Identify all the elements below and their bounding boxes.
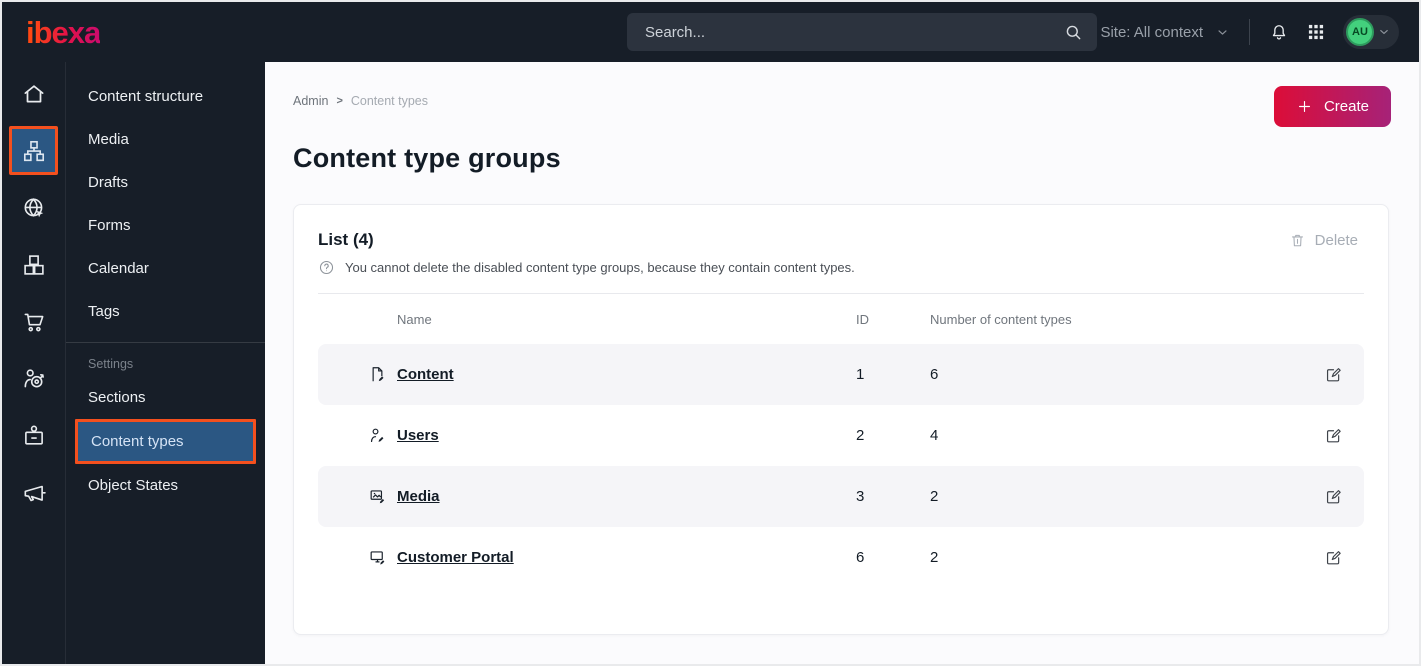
page-title: Content type groups [293,143,561,173]
group-count: 4 [930,427,939,444]
create-button[interactable]: Create [1273,86,1391,127]
customer-portal-screen-icon [370,551,385,565]
column-header-name: Name [397,311,432,327]
edit-row-button[interactable] [1324,548,1364,567]
sidebar-item-media[interactable]: Media [66,118,265,161]
breadcrumb: Admin > Content types [293,86,428,108]
question-circle-icon [319,260,334,275]
site-globe-cursor-icon [24,197,43,217]
delete-button[interactable]: Delete [1283,231,1364,250]
app-switcher-button[interactable] [1306,22,1326,42]
sidebar-item-drafts[interactable]: Drafts [66,161,265,204]
topbar: ibexa Site: All context [2,2,1419,62]
group-link[interactable]: Users [397,427,439,444]
rail-item-products[interactable] [2,236,65,293]
ibexa-admin-window: ibexa Site: All context [0,0,1421,666]
edit-row-button[interactable] [1324,426,1364,445]
trash-icon [1291,234,1303,246]
sidebar-item-object-states[interactable]: Object States [66,464,265,507]
table-header-row: Name ID Number of content types [318,294,1364,344]
product-boxes-icon [23,254,44,275]
grid-dots-icon [1308,24,1324,40]
group-link[interactable]: Customer Portal [397,549,514,566]
rail-item-site[interactable] [2,179,65,236]
notifications-button[interactable] [1269,22,1289,42]
sidebar-item-content-types[interactable]: Content types [75,419,256,464]
edit-row-button[interactable] [1324,365,1364,384]
breadcrumb-admin[interactable]: Admin [293,94,328,108]
help-row: You cannot delete the disabled content t… [318,259,1364,276]
ibexa-logo[interactable]: ibexa [26,17,101,48]
users-person-icon [370,428,384,443]
rail-item-commerce[interactable] [2,293,65,350]
edit-row-button[interactable] [1324,487,1364,506]
table-row: Users 2 4 [318,405,1364,466]
sidebar-item-content-structure[interactable]: Content structure [66,75,265,118]
edit-icon [1326,429,1341,443]
chevron-down-icon [1218,29,1227,35]
group-count: 2 [930,549,939,566]
bell-icon [1272,25,1286,40]
edit-icon [1326,368,1341,382]
column-header-count: Number of content types [930,311,1072,327]
rail-item-dashboard[interactable] [2,65,65,122]
breadcrumb-separator: > [336,95,343,107]
group-link[interactable]: Content [397,366,454,383]
list-title: List (4) [318,230,374,249]
main-content: Admin > Content types Create Content typ… [265,62,1419,664]
media-image-icon [370,490,385,504]
sidebar-section-settings: Settings [88,357,134,371]
rail-item-campaigns[interactable] [2,464,65,521]
table-row: Content 1 6 [318,344,1364,405]
sidebar-item-forms[interactable]: Forms [66,204,265,247]
breadcrumb-current: Content types [350,94,429,108]
plus-icon [1298,100,1310,113]
group-id: 3 [856,488,865,505]
edit-icon [1326,551,1341,565]
sidebar-item-tags[interactable]: Tags [66,290,265,333]
commerce-cart-icon [24,313,43,331]
table-row: Customer Portal 6 2 [318,527,1364,588]
home-icon [23,84,44,102]
content-structure-sitemap-icon [23,140,44,161]
sidebar-item-calendar[interactable]: Calendar [66,247,265,290]
content-type-groups-card: List (4) Delete You cannot delete the di… [293,204,1389,635]
create-button-label: Create [1323,98,1369,115]
topbar-divider [1249,19,1250,45]
sidebar-menu: Content structure Media Drafts Forms Cal… [66,62,265,664]
group-id: 2 [856,427,865,444]
group-count: 6 [930,366,939,383]
search-input[interactable] [643,22,1064,42]
group-id: 6 [856,549,865,566]
campaign-megaphone-icon [24,485,46,501]
column-header-id: ID [856,311,869,327]
sidebar-item-sections[interactable]: Sections [66,376,265,419]
help-text: You cannot delete the disabled content t… [345,260,855,275]
global-search[interactable] [627,13,1097,51]
topbar-right: Site: All context AU [1072,15,1399,49]
avatar: AU [1346,18,1374,46]
rail-item-content[interactable] [2,122,65,179]
site-context-label: Site: All context [1100,23,1203,41]
table-body: Content 1 6 Users 2 4 Media 3 2 Customer… [318,344,1364,588]
search-icon [1066,25,1081,39]
personalization-target-icon [24,368,44,388]
user-menu[interactable]: AU [1343,15,1399,49]
rail-item-personalization[interactable] [2,350,65,407]
group-count: 2 [930,488,939,505]
admin-badge-icon [24,425,43,445]
icon-rail [2,62,66,664]
group-link[interactable]: Media [397,488,440,505]
table-row: Media 3 2 [318,466,1364,527]
delete-button-label: Delete [1314,231,1358,249]
edit-icon [1326,490,1341,504]
group-id: 1 [856,366,865,383]
chevron-down-icon [1380,29,1388,35]
content-file-icon [372,367,384,382]
rail-item-admin[interactable] [2,407,65,464]
